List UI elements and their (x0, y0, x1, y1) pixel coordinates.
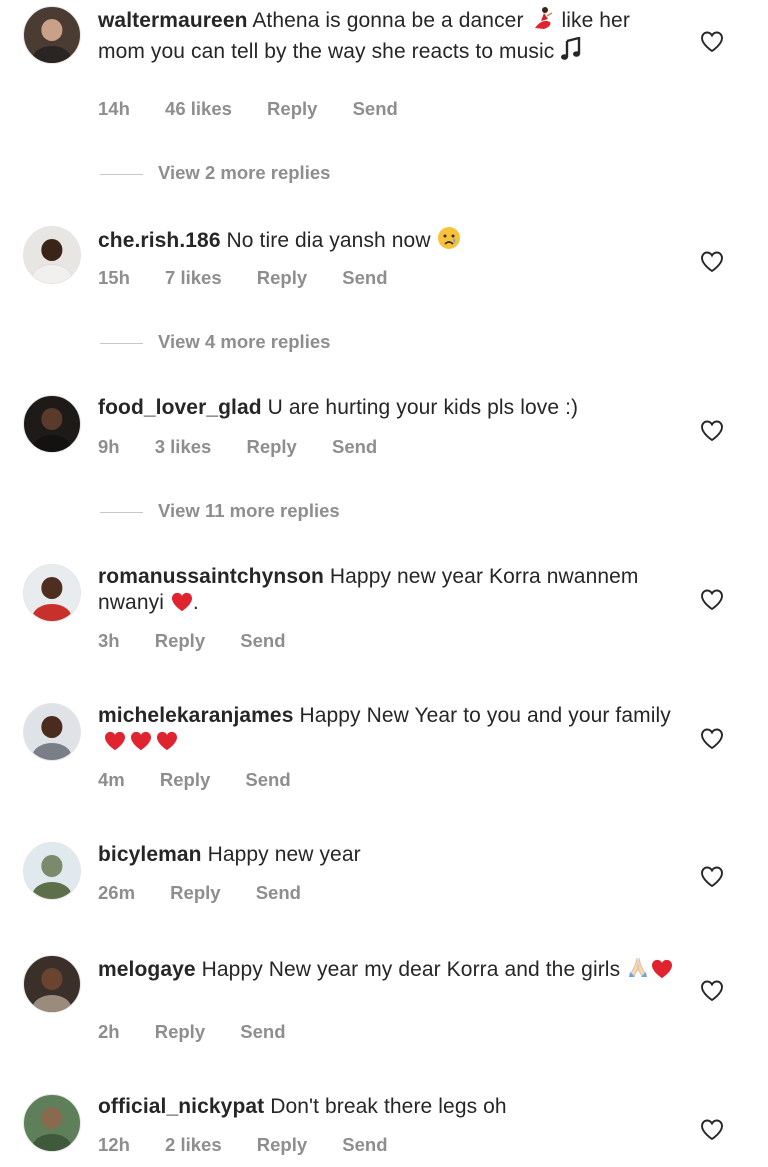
comment-username[interactable]: michelekaranjames (98, 704, 294, 727)
send-button[interactable]: Send (332, 436, 377, 457)
red-heart-emoji (157, 731, 177, 751)
red-heart-emoji (652, 959, 673, 979)
comment-meta: 12h 2 likes Reply Send (98, 1134, 418, 1156)
comment-body: Happy New Year to you and your family (299, 704, 671, 727)
send-button[interactable]: Send (240, 1021, 285, 1042)
avatar[interactable] (23, 842, 81, 900)
reply-button[interactable]: Reply (160, 769, 210, 790)
reply-button[interactable]: Reply (267, 98, 317, 119)
comment-username[interactable]: melogaye (98, 958, 196, 981)
comment-text: melogaye Happy New year my dear Korra an… (98, 955, 678, 986)
red-heart-emoji (131, 731, 151, 751)
replies-divider (100, 173, 143, 175)
comment-time: 4m (98, 769, 125, 790)
comment-text: romanussaintchynson Happy new year Korra… (98, 564, 678, 616)
avatar[interactable] (23, 564, 81, 622)
comment-body: No tire dia yansh now (226, 229, 431, 252)
comment-meta: 2h Reply Send (98, 1021, 316, 1043)
comment-time: 12h (98, 1134, 130, 1155)
red-heart-emoji (105, 731, 125, 751)
comment-meta: 26m Reply Send (98, 882, 331, 904)
avatar[interactable] (23, 703, 81, 761)
comment-text: official_nickypat Don't break there legs… (98, 1094, 678, 1120)
heart-icon[interactable] (700, 979, 724, 1003)
comments-list: waltermaureen Athena is gonna be a dance… (0, 0, 768, 1167)
comment-meta: 15h 7 likes Reply Send (98, 267, 418, 289)
comment-meta: 14h 46 likes Reply Send (98, 98, 428, 120)
comment-text: food_lover_glad U are hurting your kids … (98, 395, 678, 421)
heart-icon[interactable] (700, 588, 724, 612)
music-note-emoji (560, 36, 582, 68)
folded-hands-emoji (626, 955, 650, 986)
comment-username[interactable]: waltermaureen (98, 9, 248, 32)
send-button[interactable]: Send (240, 630, 285, 651)
comment-username[interactable]: bicyleman (98, 843, 202, 866)
comment-time: 26m (98, 882, 136, 903)
comment-meta: 9h 3 likes Reply Send (98, 436, 407, 458)
send-button[interactable]: Send (353, 98, 398, 119)
comment-time: 2h (98, 1021, 120, 1042)
comment-body: Athena is gonna be a dancer (252, 9, 524, 32)
comment-text: che.rish.186 No tire dia yansh now (98, 226, 678, 257)
send-button[interactable]: Send (245, 769, 290, 790)
view-replies-button[interactable]: View 2 more replies (100, 162, 330, 184)
avatar[interactable] (23, 955, 81, 1013)
comment-body: U are hurting your kids pls love :) (267, 396, 579, 419)
reply-button[interactable]: Reply (170, 882, 220, 903)
red-heart-emoji (171, 592, 192, 612)
replies-divider (100, 342, 143, 344)
heart-icon[interactable] (700, 250, 724, 274)
heart-icon[interactable] (700, 30, 724, 54)
comment-text: michelekaranjames Happy New Year to you … (98, 703, 678, 755)
comment-time: 14h (98, 98, 130, 119)
crying-face-emoji (437, 226, 461, 257)
send-button[interactable]: Send (256, 882, 301, 903)
comment-text: bicyleman Happy new year (98, 842, 678, 868)
reply-button[interactable]: Reply (257, 267, 307, 288)
heart-icon[interactable] (700, 419, 724, 443)
comment-likes[interactable]: 3 likes (155, 436, 212, 457)
avatar[interactable] (23, 226, 81, 284)
send-button[interactable]: Send (342, 1134, 387, 1155)
comment-body: Happy new year (207, 843, 361, 866)
view-replies-button[interactable]: View 4 more replies (100, 331, 330, 353)
avatar[interactable] (23, 6, 81, 64)
view-replies-button[interactable]: View 11 more replies (100, 500, 340, 522)
comment-username[interactable]: food_lover_glad (98, 396, 262, 419)
comment-username[interactable]: official_nickypat (98, 1095, 264, 1118)
heart-icon[interactable] (700, 865, 724, 889)
comment-username[interactable]: romanussaintchynson (98, 565, 324, 588)
comment-text: waltermaureen Athena is gonna be a dance… (98, 6, 678, 68)
comment-meta: 3h Reply Send (98, 630, 316, 652)
reply-button[interactable]: Reply (155, 1021, 205, 1042)
replies-divider (100, 511, 143, 513)
comment-likes[interactable]: 46 likes (165, 98, 232, 119)
comment-time: 3h (98, 630, 120, 651)
comment-likes[interactable]: 7 likes (165, 267, 222, 288)
reply-button[interactable]: Reply (246, 436, 296, 457)
comment-time: 9h (98, 436, 120, 457)
comment-meta: 4m Reply Send (98, 769, 321, 791)
avatar[interactable] (23, 1094, 81, 1152)
dancer-emoji (530, 6, 556, 37)
comment-time: 15h (98, 267, 130, 288)
heart-icon[interactable] (700, 727, 724, 751)
comment-body: Happy New year my dear Korra and the gir… (201, 958, 621, 981)
reply-button[interactable]: Reply (155, 630, 205, 651)
comment-body-continued: . (192, 591, 199, 614)
comment-body: Don't break there legs oh (270, 1095, 507, 1118)
heart-icon[interactable] (700, 1118, 724, 1142)
send-button[interactable]: Send (342, 267, 387, 288)
reply-button[interactable]: Reply (257, 1134, 307, 1155)
comment-username[interactable]: che.rish.186 (98, 229, 221, 252)
comment-likes[interactable]: 2 likes (165, 1134, 222, 1155)
avatar[interactable] (23, 395, 81, 453)
